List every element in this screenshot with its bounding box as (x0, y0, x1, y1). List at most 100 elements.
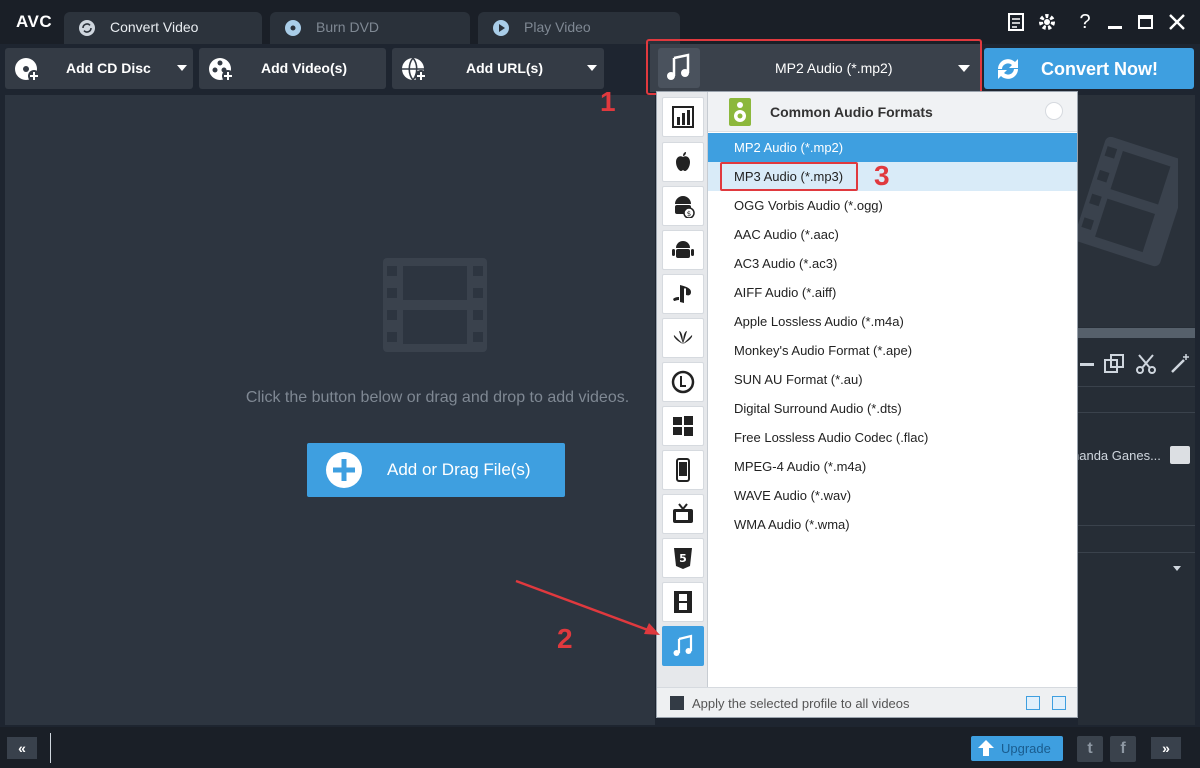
annotation-number-1: 1 (600, 86, 616, 117)
format-item-au[interactable]: SUN AU Format (*.au) (708, 365, 1077, 394)
tab-label: Convert Video (110, 19, 199, 35)
format-item-m4a[interactable]: MPEG-4 Audio (*.m4a) (708, 452, 1077, 481)
preview-progress (1078, 328, 1195, 338)
add-drag-files-button[interactable]: Add or Drag File(s) (307, 443, 565, 497)
playstation-icon[interactable] (662, 274, 704, 314)
format-item-mp2[interactable]: MP2 Audio (*.mp2) (708, 133, 1077, 162)
help-icon[interactable]: ? (1072, 8, 1098, 36)
scissors-icon[interactable] (1134, 352, 1158, 376)
format-label: OGG Vorbis Audio (*.ogg) (734, 198, 883, 213)
windows-icon[interactable] (662, 406, 704, 446)
tab-burn-dvd[interactable]: Burn DVD (270, 12, 470, 44)
svg-text:5: 5 (679, 552, 687, 565)
play-icon (493, 20, 509, 36)
format-label: AIFF Audio (*.aiff) (734, 285, 837, 300)
chevron-down-icon[interactable] (587, 65, 597, 71)
format-label: MP2 Audio (*.mp2) (734, 140, 844, 155)
bottom-bar: « Upgrade t f » (0, 727, 1200, 768)
huawei-icon[interactable] (662, 318, 704, 358)
arrow-up-icon (978, 740, 994, 756)
add-videos-label: Add Video(s) (261, 60, 348, 76)
annotation-arrow (515, 579, 660, 635)
add-cd-disc-button[interactable]: Add CD Disc (5, 48, 193, 89)
dash-icon[interactable] (1078, 352, 1102, 376)
import-profile-icon[interactable] (1026, 696, 1040, 710)
format-label: Digital Surround Audio (*.dts) (734, 401, 902, 416)
close-icon[interactable] (1164, 8, 1190, 36)
format-label: WAVE Audio (*.wav) (734, 488, 852, 503)
convert-now-button[interactable]: Convert Now! (984, 48, 1194, 89)
collapse-chevron-icon[interactable] (1045, 102, 1063, 120)
annotation-box-1 (646, 39, 982, 95)
twitter-icon[interactable]: t (1077, 736, 1103, 762)
html5-icon[interactable]: 5 (662, 538, 704, 578)
add-drag-files-label: Add or Drag File(s) (387, 460, 531, 479)
format-label: Free Lossless Audio Codec (.flac) (734, 430, 929, 445)
annotation-box-3 (720, 162, 858, 191)
format-group-header[interactable]: Common Audio Formats (708, 92, 1077, 132)
maximize-icon[interactable] (1132, 8, 1158, 36)
globe-add-icon (402, 57, 427, 82)
crop-icon[interactable] (1102, 352, 1126, 376)
tv-icon[interactable] (662, 494, 704, 534)
magic-wand-icon[interactable] (1168, 352, 1192, 376)
chevron-down-icon[interactable] (1173, 566, 1181, 571)
divider (1078, 525, 1195, 526)
format-item-aiff[interactable]: AIFF Audio (*.aiff) (708, 278, 1077, 307)
format-label: WMA Audio (*.wma) (734, 517, 850, 532)
task-list-icon[interactable] (1004, 8, 1030, 36)
film-strip-icon (1078, 136, 1178, 267)
format-label: Monkey's Audio Format (*.ape) (734, 343, 913, 358)
collapse-button[interactable]: « (7, 737, 37, 759)
divider (50, 733, 51, 763)
dropdown-footer: Apply the selected profile to all videos (657, 687, 1077, 717)
format-label: AC3 Audio (*.ac3) (734, 256, 838, 271)
tab-label: Play Video (524, 19, 591, 35)
upgrade-label: Upgrade (1001, 741, 1051, 756)
add-videos-button[interactable]: Add Video(s) (199, 48, 386, 89)
title-bar: AVC Convert Video Burn DVD Play Video ? (0, 0, 1200, 44)
convert-now-label: Convert Now! (1041, 59, 1158, 79)
lg-icon[interactable] (662, 362, 704, 402)
gear-icon[interactable] (1034, 8, 1060, 36)
all-formats-icon[interactable] (662, 97, 704, 137)
android-icon[interactable] (662, 230, 704, 270)
tab-convert-video[interactable]: Convert Video (64, 12, 262, 44)
format-label: AAC Audio (*.aac) (734, 227, 839, 242)
format-item-alac[interactable]: Apple Lossless Audio (*.m4a) (708, 307, 1077, 336)
output-folder-text: nanda Ganes... (1072, 448, 1161, 463)
apple-icon[interactable] (662, 142, 704, 182)
window-controls: ? (1004, 8, 1200, 36)
format-item-ogg[interactable]: OGG Vorbis Audio (*.ogg) (708, 191, 1077, 220)
format-item-aac[interactable]: AAC Audio (*.aac) (708, 220, 1077, 249)
format-item-ac3[interactable]: AC3 Audio (*.ac3) (708, 249, 1077, 278)
minimize-icon[interactable] (1102, 8, 1128, 36)
facebook-icon[interactable]: f (1110, 736, 1136, 762)
android-s-icon[interactable]: $ (662, 186, 704, 226)
divider (1078, 386, 1195, 387)
apply-all-label: Apply the selected profile to all videos (692, 696, 910, 711)
refresh-icon (998, 59, 1018, 79)
format-item-flac[interactable]: Free Lossless Audio Codec (.flac) (708, 423, 1077, 452)
format-item-dts[interactable]: Digital Surround Audio (*.dts) (708, 394, 1077, 423)
app-window: AVC Convert Video Burn DVD Play Video ? (0, 0, 1200, 768)
mobile-phone-icon[interactable] (662, 450, 704, 490)
divider (1078, 412, 1195, 413)
expand-button[interactable]: » (1151, 737, 1181, 759)
apply-all-checkbox[interactable] (670, 696, 684, 710)
speaker-icon (729, 98, 751, 126)
annotation-number-3: 3 (874, 160, 890, 191)
svg-text:$: $ (687, 210, 691, 218)
add-cd-disc-label: Add CD Disc (66, 60, 151, 76)
add-url-button[interactable]: Add URL(s) (392, 48, 604, 89)
chevron-down-icon[interactable] (177, 65, 187, 71)
export-profile-icon[interactable] (1052, 696, 1066, 710)
format-item-wav[interactable]: WAVE Audio (*.wav) (708, 481, 1077, 510)
folder-icon[interactable] (1170, 446, 1190, 464)
cd-add-icon (15, 58, 40, 82)
format-item-wma[interactable]: WMA Audio (*.wma) (708, 510, 1077, 539)
format-item-ape[interactable]: Monkey's Audio Format (*.ape) (708, 336, 1077, 365)
edit-toolbar (1078, 350, 1195, 380)
upgrade-button[interactable]: Upgrade (971, 736, 1063, 761)
divider (1078, 552, 1195, 553)
